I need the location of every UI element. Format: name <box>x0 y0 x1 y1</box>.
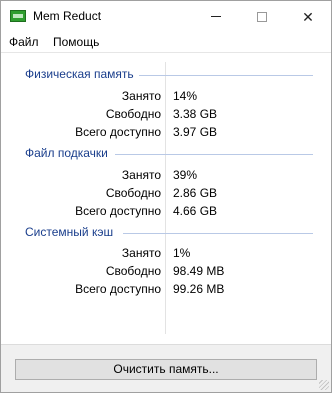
group-header-physical-memory: Физическая память <box>25 67 134 81</box>
row-value-free: 3.38 GB <box>173 107 218 121</box>
row-label-free: Свободно <box>105 186 161 200</box>
maximize-button[interactable] <box>239 1 285 32</box>
close-icon: ✕ <box>302 8 314 25</box>
row-label-free: Свободно <box>105 107 161 121</box>
row-value-used: 1% <box>173 246 191 260</box>
group-divider <box>115 154 313 155</box>
row-label-free: Свободно <box>105 264 161 278</box>
row-label-used: Занято <box>121 89 161 103</box>
row-value-used: 14% <box>173 89 198 103</box>
row-value-total: 99.26 MB <box>173 282 225 296</box>
group-header-page-file: Файл подкачки <box>25 146 108 160</box>
menu-file[interactable]: Файл <box>9 35 39 49</box>
group-divider <box>139 75 313 76</box>
minimize-button[interactable] <box>193 1 239 32</box>
group-divider <box>123 233 313 234</box>
app-window: Mem Reduct ✕ Файл Помощь Физическая памя… <box>0 0 332 393</box>
row-value-total: 4.66 GB <box>173 204 218 218</box>
group-header-system-cache: Системный кэш <box>25 225 114 239</box>
close-button[interactable]: ✕ <box>285 1 331 32</box>
menu-bar: Файл Помощь <box>1 32 331 52</box>
window-title: Mem Reduct <box>33 9 102 23</box>
row-label-used: Занято <box>121 246 161 260</box>
title-bar[interactable]: Mem Reduct ✕ <box>1 1 331 32</box>
row-value-free: 2.86 GB <box>173 186 218 200</box>
row-label-total: Всего доступно <box>75 204 161 218</box>
menu-help[interactable]: Помощь <box>53 35 99 49</box>
row-value-used: 39% <box>173 168 198 182</box>
row-label-total: Всего доступно <box>75 125 161 139</box>
row-label-used: Занято <box>121 168 161 182</box>
memory-info-list: Физическая память Занято 14% Свободно 3.… <box>1 52 331 342</box>
row-value-total: 3.97 GB <box>173 125 218 139</box>
row-value-free: 98.49 MB <box>173 264 225 278</box>
clean-memory-button[interactable]: Очистить память... <box>15 359 317 380</box>
footer-bar: Очистить память... <box>1 344 331 392</box>
row-label-total: Всего доступно <box>75 282 161 296</box>
maximize-icon <box>257 11 267 22</box>
resize-grip-icon[interactable] <box>319 380 329 390</box>
minimize-icon <box>211 16 221 17</box>
ram-chip-icon <box>10 10 26 22</box>
column-divider <box>165 62 166 334</box>
